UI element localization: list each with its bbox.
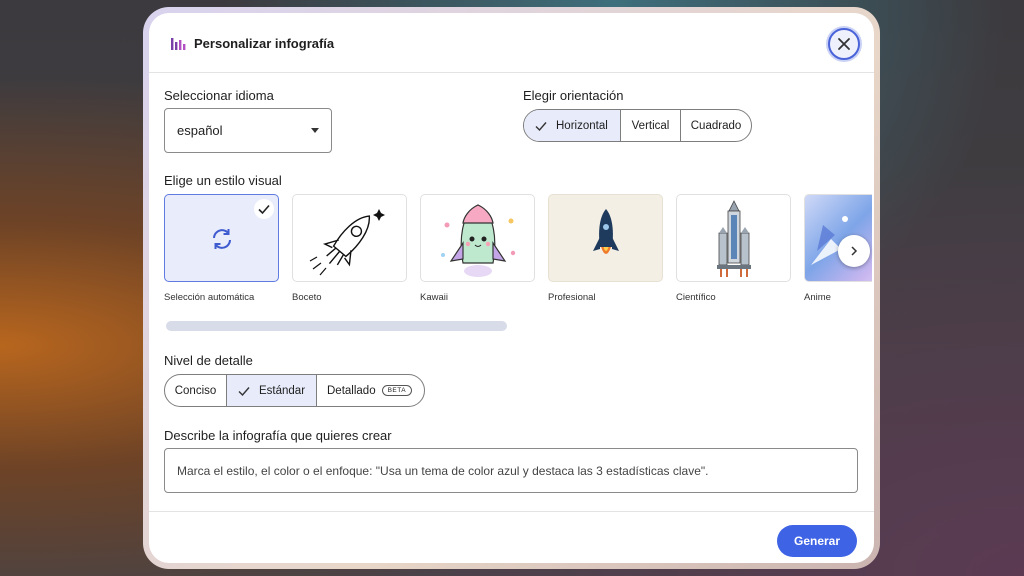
- description-label: Describe la infografía que quieres crear: [164, 428, 392, 443]
- style-caption-auto: Selección automática: [164, 292, 255, 303]
- style-thumb-professional: [548, 194, 663, 282]
- professional-rocket-illustration: [593, 209, 619, 254]
- footer-divider: [149, 511, 874, 512]
- style-thumb-kawaii: [420, 194, 535, 282]
- style-caption-sketch: Boceto: [292, 292, 322, 303]
- style-card-sketch[interactable]: Boceto: [292, 194, 407, 303]
- check-icon: [258, 204, 270, 215]
- detail-concise-label: Conciso: [174, 384, 217, 397]
- orientation-label: Elegir orientación: [523, 88, 624, 103]
- language-value: español: [177, 123, 223, 138]
- detail-standard-label: Estándar: [259, 384, 306, 397]
- orientation-segmented: Horizontal Vertical Cuadrado: [523, 109, 752, 142]
- detail-detailed-label: Detallado: [327, 384, 376, 397]
- dialog-header: Personalizar infografía: [149, 13, 874, 73]
- style-thumb-auto: [164, 194, 279, 282]
- kawaii-rocket-illustration: [441, 204, 516, 277]
- orientation-vertical[interactable]: Vertical: [621, 110, 681, 141]
- carousel-scrollbar[interactable]: [166, 321, 507, 331]
- style-carousel: Selección automática Boceto Kawaii Profe…: [164, 194, 872, 314]
- description-input[interactable]: Marca el estilo, el color o el enfoque: …: [164, 448, 858, 493]
- style-card-kawaii[interactable]: Kawaii: [420, 194, 535, 303]
- orientation-vertical-label: Vertical: [631, 119, 670, 132]
- close-button[interactable]: [828, 28, 860, 60]
- check-badge: [254, 199, 274, 219]
- chart-bars-icon: [171, 38, 186, 50]
- chevron-right-icon: [851, 246, 858, 256]
- style-card-auto[interactable]: Selección automática: [164, 194, 279, 303]
- style-caption-anime: Anime: [804, 292, 831, 303]
- style-caption-kawaii: Kawaii: [420, 292, 448, 303]
- detail-segmented: Conciso Estándar Detallado BETA: [164, 374, 425, 407]
- sync-icon: [213, 229, 231, 249]
- generate-button[interactable]: Generar: [777, 525, 857, 557]
- orientation-square[interactable]: Cuadrado: [681, 110, 751, 141]
- style-card-professional[interactable]: Profesional: [548, 194, 663, 303]
- dialog-frame: Personalizar infografía Seleccionar idio…: [143, 7, 880, 569]
- detail-concise[interactable]: Conciso: [165, 375, 227, 406]
- sketch-rocket-illustration: [309, 209, 385, 276]
- language-label: Seleccionar idioma: [164, 88, 274, 103]
- style-caption-professional: Profesional: [548, 292, 596, 303]
- orientation-square-label: Cuadrado: [690, 119, 742, 132]
- style-label: Elige un estilo visual: [164, 173, 282, 188]
- scientific-rocket-illustration: [717, 200, 751, 277]
- caret-down-icon: [311, 128, 319, 133]
- style-card-scientific[interactable]: Científico: [676, 194, 791, 303]
- orientation-horizontal[interactable]: Horizontal: [524, 110, 621, 141]
- style-thumb-scientific: [676, 194, 791, 282]
- check-icon: [535, 121, 547, 131]
- detail-standard[interactable]: Estándar: [227, 375, 317, 406]
- close-icon: [838, 38, 850, 50]
- description-placeholder: Marca el estilo, el color o el enfoque: …: [177, 463, 709, 478]
- language-select[interactable]: español: [164, 108, 332, 153]
- customize-infographic-dialog: Personalizar infografía Seleccionar idio…: [149, 13, 874, 563]
- beta-badge: BETA: [381, 385, 413, 396]
- dialog-title: Personalizar infografía: [194, 36, 335, 51]
- orientation-horizontal-label: Horizontal: [556, 119, 608, 132]
- check-icon: [238, 386, 250, 396]
- carousel-next-button[interactable]: [838, 235, 870, 267]
- style-caption-scientific: Científico: [676, 292, 716, 303]
- detail-label: Nivel de detalle: [164, 353, 253, 368]
- style-thumb-sketch: [292, 194, 407, 282]
- detail-detailed[interactable]: Detallado BETA: [317, 375, 424, 406]
